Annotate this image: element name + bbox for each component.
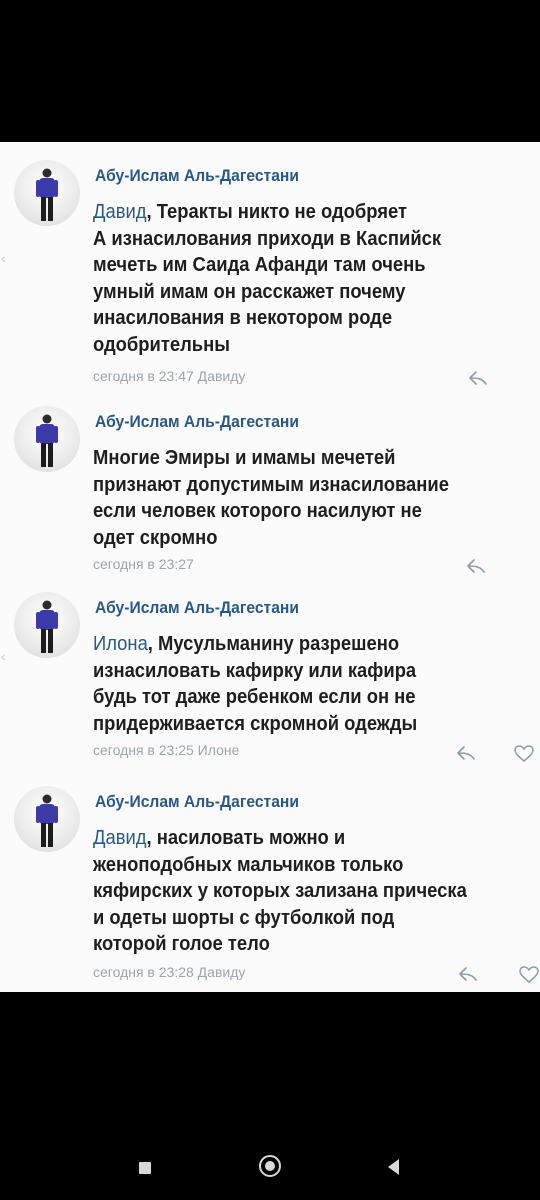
circle-home-icon[interactable] (259, 1155, 281, 1177)
comment-line: , Теракты никто не одобряет (146, 201, 408, 223)
author-name[interactable]: Абу-Ислам Аль-Дагестани (95, 792, 299, 812)
author-name[interactable]: Абу-Ислам Аль-Дагестани (95, 412, 299, 432)
comment-line: и одеты шорты с футболкой под (93, 906, 395, 929)
comment-line: женоподобных мальчиков только (93, 853, 404, 876)
comment-line: придерживается скромной одежды (93, 712, 418, 735)
author-name[interactable]: Абу-Ислам Аль-Дагестани (95, 598, 299, 618)
mention-link[interactable]: Давид (93, 201, 146, 223)
reply-arrow-icon[interactable] (458, 966, 478, 982)
author-name[interactable]: Абу-Ислам Аль-Дагестани (95, 166, 299, 186)
avatar[interactable] (14, 406, 80, 472)
comment-line: одет скромно (93, 526, 218, 549)
comment-line: мечеть им Саида Афанди там очень (93, 254, 426, 276)
comment-line: , насиловать можно и (146, 827, 346, 849)
edge-mark-icon: ‹ (1, 250, 6, 266)
comment-line: инасилования в некотором роде (93, 307, 393, 329)
reply-arrow-icon[interactable] (468, 370, 488, 386)
comment-line: одобрительны (93, 333, 230, 356)
comment-line: признают допустимым изнасилование (93, 473, 449, 496)
person-figure-icon (36, 414, 58, 467)
avatar[interactable] (14, 592, 80, 658)
heart-outline-icon[interactable] (519, 966, 539, 984)
comment-line: А изнасилования приходи в Каспийск (93, 227, 442, 250)
system-nav-bar (0, 1148, 540, 1188)
heart-outline-icon[interactable] (514, 745, 534, 763)
person-figure-icon (36, 794, 58, 847)
reply-arrow-icon[interactable] (456, 745, 476, 761)
avatar[interactable] (14, 160, 80, 226)
comment-meta: сегодня в 23:27 (93, 556, 194, 572)
reply-arrow-icon[interactable] (466, 558, 486, 574)
square-recents-icon[interactable] (139, 1162, 151, 1174)
mention-link[interactable]: Илона (93, 633, 148, 655)
person-figure-icon (36, 168, 58, 221)
comment-line: будь тот даже ребенком если он не (93, 686, 416, 708)
comment-line: умный имам он расскажет почему (93, 280, 406, 303)
comment-line: кяфирских у которых зализана прическа (93, 880, 467, 902)
comment-line: , Мусульманину разрешено (147, 633, 400, 655)
comment-text: Давид, насиловать можно и женоподобных м… (93, 825, 502, 958)
comment-text: Илона, Мусульманину разрешено изнасилова… (93, 631, 502, 737)
edge-mark-icon: ‹ (1, 648, 6, 664)
person-figure-icon (36, 600, 58, 653)
comment-text: Многие Эмиры и имамы мечетей признают до… (93, 445, 502, 551)
comment-line: которой голое тело (93, 933, 270, 955)
comment-meta: сегодня в 23:47 Давиду (93, 368, 246, 384)
comment-meta: сегодня в 23:28 Давиду (93, 964, 246, 980)
comments-panel: Абу-Ислам Аль-Дагестани Давид, Теракты н… (0, 142, 540, 992)
mention-link[interactable]: Давид (93, 827, 146, 849)
comment-line: Многие Эмиры и имамы мечетей (93, 447, 396, 469)
comment-line: если человек которого насилуют не (93, 500, 422, 522)
triangle-back-icon[interactable] (388, 1159, 399, 1175)
comment-text: Давид, Теракты никто не одобряет А изнас… (93, 199, 502, 358)
comment-line: изнасиловать кафирку или кафира (93, 659, 417, 682)
avatar[interactable] (14, 786, 80, 852)
comment-meta: сегодня в 23:25 Илоне (93, 742, 240, 758)
